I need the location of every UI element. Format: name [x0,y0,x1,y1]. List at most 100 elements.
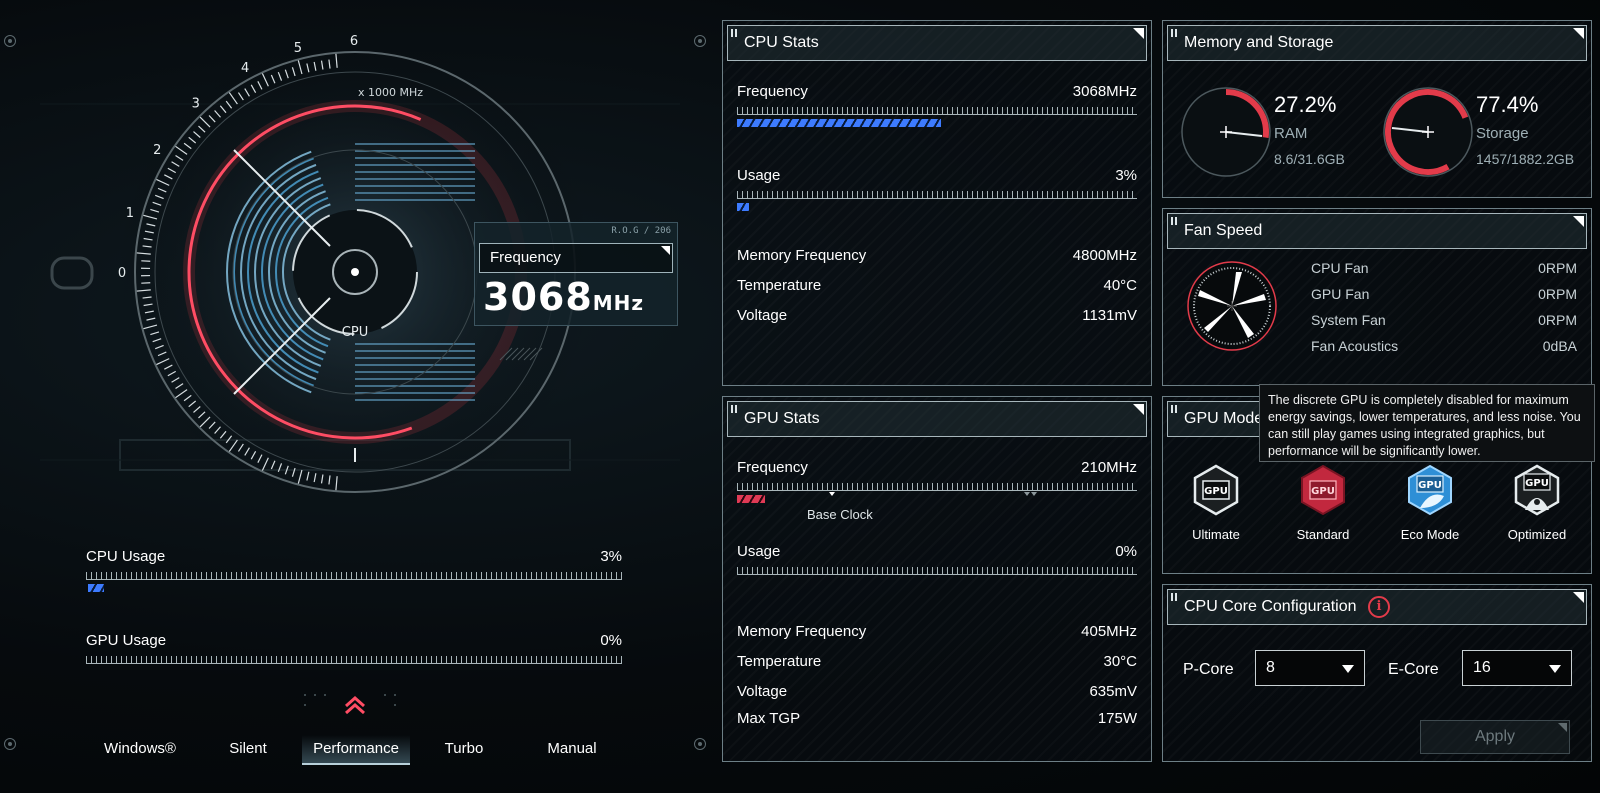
cpu-usage-scale [86,572,622,580]
cpu-fan-row: CPU Fan 0RPM [1311,260,1577,276]
cpu-usage-stat-bar [737,203,749,211]
corner-marker-icon [4,738,16,750]
cpu-voltage-label: Voltage [737,307,788,324]
cpu-frequency-value: 3068MHz [1072,83,1137,100]
storage-gauge [1383,87,1473,177]
gauge-scale-label: 5 [294,41,302,56]
frequency-readout-value: 3068MHz [483,275,644,319]
gpu-eco-icon-text: GPU [1418,480,1442,491]
gpu-frequency-scale [737,483,1137,491]
gpu-tgp-label: Max TGP [737,710,801,727]
gpu-stats-title: GPU Stats [727,401,1147,437]
gauge-scale-label: 4 [241,61,249,76]
cpu-usage-row: CPU Usage 3% [86,548,622,566]
fan-acoustics-label: Fan Acoustics [1311,338,1399,354]
cpu-usage-stat-row: Usage 3% [737,167,1137,184]
gpu-voltage-label: Voltage [737,683,788,700]
cpu-fan-value: 0RPM [1538,260,1577,276]
gpu-mode-optimized[interactable]: GPU Optimized [1492,464,1582,542]
gauge-scale-label: 2 [153,143,161,158]
gpu-ultimate-label: Ultimate [1192,527,1240,542]
gpu-fan-row: GPU Fan 0RPM [1311,286,1577,302]
ram-label: RAM [1274,125,1308,142]
cpu-usage-stat-label: Usage [737,167,781,184]
gpu-mode-standard[interactable]: GPU Standard [1278,464,1368,542]
cpu-stats-panel: CPU Stats Frequency 3068MHz Usage 3% Mem… [722,20,1152,386]
ram-gauge [1181,87,1271,177]
gpu-eco-label: Eco Mode [1400,527,1460,542]
frequency-unit: MHz [592,291,645,315]
apply-button[interactable]: Apply [1420,720,1570,754]
gpu-temp-row: Temperature 30°C [737,653,1137,670]
cpu-voltage-row: Voltage 1131mV [737,307,1137,324]
corner-marker-icon [694,738,706,750]
pcore-label: P-Core [1183,661,1234,678]
gpu-stats-panel: GPU Stats Frequency 210MHz Base Clock Us… [722,396,1152,762]
gauge-scale-label: 1 [126,206,134,221]
cpu-memfreq-row: Memory Frequency 4800MHz [737,247,1137,264]
storage-detail: 1457/1882.2GB [1476,151,1575,167]
gpu-standard-icon-text: GPU [1311,486,1335,497]
ram-detail: 8.6/31.6GB [1274,151,1345,167]
cpu-usage-label: CPU Usage [86,548,166,565]
gpu-ultimate-icon-text: GPU [1204,486,1228,497]
cpu-temp-row: Temperature 40°C [737,277,1137,294]
pcore-select-value: 8 [1266,659,1275,676]
gpu-usage-label: GPU Usage [86,632,167,649]
cpu-temp-label: Temperature [737,277,822,294]
mode-windows[interactable]: Windows® [86,735,194,765]
frequency-number: 3068 [483,275,593,319]
gpu-usage-stat-row: Usage 0% [737,543,1137,560]
gpu-memfreq-value: 405MHz [1081,623,1137,640]
chevron-down-icon [1549,665,1561,673]
gpu-mode-ultimate[interactable]: GPU Ultimate [1171,464,1261,542]
gpu-mode-eco[interactable]: GPU Eco Mode [1385,464,1475,542]
base-clock-label: Base Clock [807,507,873,522]
mode-performance[interactable]: Performance [302,735,410,765]
fan-icon [1187,261,1277,351]
cpu-frequency-scale [737,107,1137,115]
gpu-usage-stat-scale [737,567,1137,575]
gpu-frequency-value: 210MHz [1081,459,1137,476]
gpu-optimized-icon-text: GPU [1525,478,1549,489]
ecore-label: E-Core [1388,661,1439,678]
gpu-fan-value: 0RPM [1538,286,1577,302]
cpu-memfreq-label: Memory Frequency [737,247,867,264]
gpu-memfreq-label: Memory Frequency [737,623,867,640]
gpu-memfreq-row: Memory Frequency 405MHz [737,623,1137,640]
cpu-frequency-bar [737,119,941,127]
frequency-readout-label: Frequency [479,243,673,273]
cpu-usage-stat-value: 3% [1115,167,1137,184]
mode-silent[interactable]: Silent [194,735,302,765]
system-fan-label: System Fan [1311,312,1386,328]
storage-percent: 77.4% [1476,92,1539,117]
gpu-frequency-bar [737,495,765,503]
cpu-usage-stat-scale [737,191,1137,199]
chevron-down-icon [1342,665,1354,673]
cpu-temp-value: 40°C [1103,277,1137,294]
performance-chevron-icon [304,694,396,715]
storage-label: Storage [1476,125,1529,142]
gauge-scale-label: 3 [192,96,200,111]
cpu-usage-value: 3% [600,548,622,565]
pcore-select[interactable]: 8 [1255,650,1365,686]
rog-badge: R.O.G / 206 [611,226,671,236]
gpu-usage-scale [86,656,622,664]
gauge-center-label: CPU [342,325,368,340]
cpu-frequency-row: Frequency 3068MHz [737,83,1137,100]
ecore-select[interactable]: 16 [1462,650,1572,686]
gpu-frequency-label: Frequency [737,459,808,476]
gpu-voltage-row: Voltage 635mV [737,683,1137,700]
cpu-stats-title: CPU Stats [727,25,1147,61]
gpu-usage-stat-label: Usage [737,543,781,560]
frequency-readout-panel: R.O.G / 206 Frequency 3068MHz [474,222,678,326]
cpu-usage-bar [88,584,104,592]
mode-turbo[interactable]: Turbo [410,735,518,765]
mode-manual[interactable]: Manual [518,735,626,765]
decor-shape [50,256,94,290]
gpu-frequency-row: Frequency 210MHz [737,459,1137,476]
gpu-fan-label: GPU Fan [1311,286,1370,302]
fan-acoustics-row: Fan Acoustics 0dBA [1311,338,1577,354]
info-icon[interactable]: i [1368,596,1390,618]
gauge-scale-label: 6 [350,34,358,49]
